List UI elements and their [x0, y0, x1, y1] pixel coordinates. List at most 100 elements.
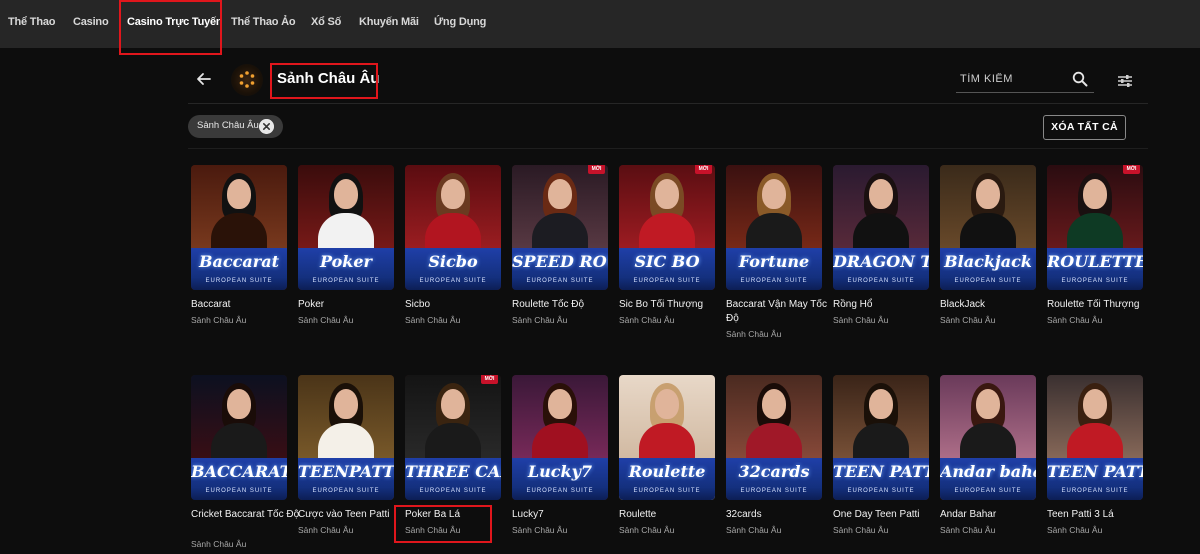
game-thumbnail[interactable]: Sicbo EUROPEAN SUITE — [405, 165, 501, 290]
filter-chip: Sảnh Châu Âu — [188, 115, 283, 138]
new-badge: MỚI — [588, 165, 605, 174]
game-logo-text: THREE CARD — [405, 462, 501, 481]
game-name[interactable]: Sic Bo Tối Thượng — [619, 298, 729, 312]
nav-item-xo-so[interactable]: Xổ Số — [311, 0, 341, 48]
game-logo-panel: TEEN PATTI EUROPEAN SUITE — [1047, 458, 1143, 500]
game-logo-panel: Baccarat EUROPEAN SUITE — [191, 248, 287, 290]
suite-label: EUROPEAN SUITE — [954, 278, 1022, 284]
lobby-logo-icon — [231, 64, 263, 96]
filter-divider — [188, 148, 1148, 149]
game-name[interactable]: Cricket Baccarat Tốc Độ — [191, 508, 301, 522]
nav-item-the-thao-ao[interactable]: Thể Thao Ảo — [231, 0, 296, 48]
game-name[interactable]: Baccarat Vận May Tốc Độ — [726, 298, 836, 326]
dealer-body — [746, 213, 802, 253]
game-provider: Sảnh Châu Âu — [619, 525, 675, 535]
game-logo-panel: SIC BO EUROPEAN SUITE — [619, 248, 715, 290]
game-logo-text: 32cards — [738, 462, 810, 481]
close-icon[interactable] — [259, 119, 274, 134]
game-provider: Sảnh Châu Âu — [298, 315, 354, 325]
game-thumbnail[interactable]: TEEN PATTI EUROPEAN SUITE — [833, 375, 929, 500]
game-thumbnail[interactable]: BACCARAT EUROPEAN SUITE — [191, 375, 287, 500]
game-logo-text: TEEN PATTI — [1047, 462, 1143, 481]
clear-all-button[interactable]: XÓA TẤT CẢ — [1043, 115, 1126, 140]
nav-item-the-thao[interactable]: Thể Thao — [8, 0, 55, 48]
new-badge: MỚI — [481, 375, 498, 384]
suite-label: EUROPEAN SUITE — [419, 488, 487, 494]
game-thumbnail[interactable]: 32cards EUROPEAN SUITE — [726, 375, 822, 500]
game-thumbnail[interactable]: THREE CARD EUROPEAN SUITE MỚI — [405, 375, 501, 500]
dealer-face — [976, 179, 1000, 209]
game-provider: Sảnh Châu Âu — [191, 539, 247, 549]
game-name[interactable]: Andar Bahar — [940, 508, 1050, 522]
suite-label: EUROPEAN SUITE — [419, 278, 487, 284]
dealer-body — [853, 423, 909, 463]
dealer-body — [532, 423, 588, 463]
search-icon[interactable] — [1072, 71, 1088, 87]
game-provider: Sảnh Châu Âu — [726, 329, 782, 339]
header-divider — [188, 103, 1148, 104]
suite-label: EUROPEAN SUITE — [312, 278, 380, 284]
dealer-body — [639, 423, 695, 463]
dealer-face — [762, 179, 786, 209]
game-thumbnail[interactable]: Andar bahar EUROPEAN SUITE — [940, 375, 1036, 500]
game-logo-panel: Andar bahar EUROPEAN SUITE — [940, 458, 1036, 500]
game-name[interactable]: Roulette Tối Thượng — [1047, 298, 1157, 312]
game-name[interactable]: Rồng Hổ — [833, 298, 943, 312]
game-provider: Sảnh Châu Âu — [512, 525, 568, 535]
game-thumbnail[interactable]: Poker EUROPEAN SUITE — [298, 165, 394, 290]
game-logo-text: Andar bahar — [940, 462, 1036, 481]
nav-item-casino-truc-tuyen[interactable]: Casino Trực Tuyến — [127, 0, 223, 48]
game-name[interactable]: 32cards — [726, 508, 836, 522]
game-provider: Sảnh Châu Âu — [833, 315, 889, 325]
dealer-body — [746, 423, 802, 463]
game-name[interactable]: Poker Ba Lá — [405, 508, 515, 522]
game-name[interactable]: Teen Patti 3 Lá — [1047, 508, 1157, 522]
game-logo-text: Fortune — [738, 252, 810, 271]
game-name[interactable]: Poker — [298, 298, 408, 312]
game-thumbnail[interactable]: Lucky7 EUROPEAN SUITE — [512, 375, 608, 500]
game-thumbnail[interactable]: SIC BO EUROPEAN SUITE MỚI — [619, 165, 715, 290]
filter-settings-icon[interactable] — [1117, 73, 1133, 89]
nav-item-ung-dung[interactable]: Ứng Dụng — [434, 0, 486, 48]
suite-label: EUROPEAN SUITE — [740, 278, 808, 284]
game-name[interactable]: Lucky7 — [512, 508, 622, 522]
game-provider: Sảnh Châu Âu — [1047, 525, 1103, 535]
game-thumbnail[interactable]: TEEN PATTI EUROPEAN SUITE — [1047, 375, 1143, 500]
dealer-body — [318, 423, 374, 463]
game-thumbnail[interactable]: ROULETTE EUROPEAN SUITE MỚI — [1047, 165, 1143, 290]
game-name[interactable]: Roulette Tốc Độ — [512, 298, 622, 312]
game-thumbnail[interactable]: Baccarat EUROPEAN SUITE — [191, 165, 287, 290]
game-thumbnail[interactable]: Blackjack EUROPEAN SUITE — [940, 165, 1036, 290]
game-logo-text: DRAGON TIGER — [833, 252, 929, 271]
game-provider: Sảnh Châu Âu — [298, 525, 354, 535]
game-thumbnail[interactable]: Roulette EUROPEAN SUITE — [619, 375, 715, 500]
search-input[interactable] — [960, 69, 1060, 89]
game-provider: Sảnh Châu Âu — [940, 525, 996, 535]
nav-item-khuyen-mai[interactable]: Khuyến Mãi — [359, 0, 419, 48]
dealer-face — [334, 179, 358, 209]
game-thumbnail[interactable]: DRAGON TIGER EUROPEAN SUITE — [833, 165, 929, 290]
back-arrow-icon[interactable] — [195, 70, 213, 88]
game-name[interactable]: Roulette — [619, 508, 729, 522]
dealer-face — [869, 179, 893, 209]
dealer-face — [227, 179, 251, 209]
dealer-face — [227, 389, 251, 419]
suite-label: EUROPEAN SUITE — [526, 278, 594, 284]
nav-item-casino[interactable]: Casino — [73, 0, 109, 48]
game-name[interactable]: BlackJack — [940, 298, 1050, 312]
dealer-face — [548, 389, 572, 419]
game-thumbnail[interactable]: Fortune EUROPEAN SUITE — [726, 165, 822, 290]
game-name[interactable]: Baccarat — [191, 298, 301, 312]
game-thumbnail[interactable]: TEENPATTI EUROPEAN SUITE — [298, 375, 394, 500]
suite-label: EUROPEAN SUITE — [633, 488, 701, 494]
new-badge: MỚI — [695, 165, 712, 174]
game-name[interactable]: Cược vào Teen Patti — [298, 508, 408, 522]
game-logo-text: TEENPATTI — [298, 462, 394, 481]
game-logo-panel: SPEED ROULETTE EUROPEAN SUITE — [512, 248, 608, 290]
dealer-body — [318, 213, 374, 253]
game-name[interactable]: One Day Teen Patti — [833, 508, 943, 522]
dealer-face — [655, 389, 679, 419]
game-name[interactable]: Sicbo — [405, 298, 515, 312]
game-logo-text: Roulette — [628, 462, 706, 481]
game-thumbnail[interactable]: SPEED ROULETTE EUROPEAN SUITE MỚI — [512, 165, 608, 290]
